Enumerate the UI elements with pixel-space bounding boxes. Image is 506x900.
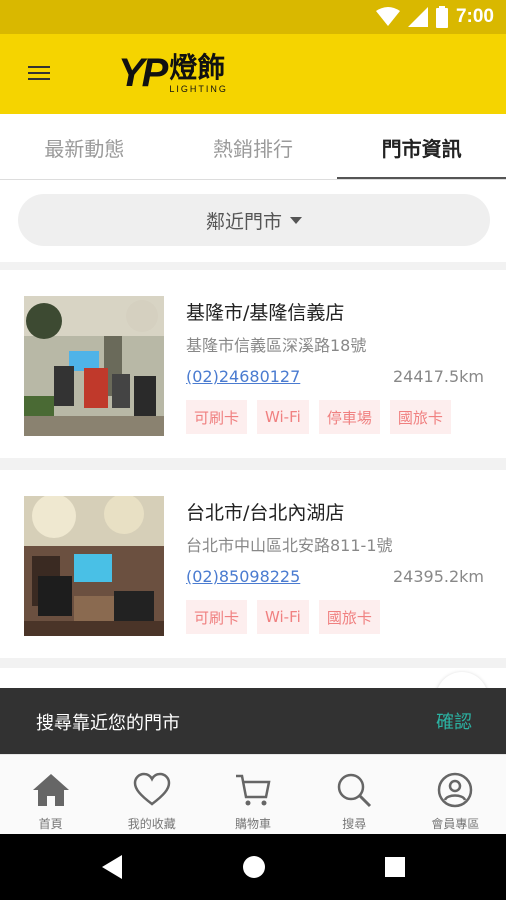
tag-credit-card: 可刷卡 xyxy=(186,400,248,434)
tag-parking: 停車場 xyxy=(318,400,380,434)
nav-label: 搜尋 xyxy=(342,817,367,831)
tab-store-info[interactable]: 門市資訊 xyxy=(337,114,506,180)
snackbar-message: 搜尋靠近您的門市 xyxy=(36,713,180,734)
store-phone-link[interactable]: (02)24680127 xyxy=(186,367,300,386)
logo-sub: LIGHTING xyxy=(169,84,228,94)
recents-icon[interactable] xyxy=(383,854,407,880)
menu-icon[interactable] xyxy=(24,62,54,86)
search-icon xyxy=(337,773,372,808)
nav-favorites[interactable]: 我的收藏 xyxy=(101,755,202,834)
nav-label: 我的收藏 xyxy=(127,817,176,831)
tag-wifi: Wi-Fi xyxy=(257,400,309,434)
nav-cart[interactable]: 購物車 xyxy=(202,755,303,834)
store-address: 台北市中山區北安路811-1號 xyxy=(186,536,393,555)
tab-best-sellers[interactable]: 熱銷排行 xyxy=(169,114,338,180)
nav-search[interactable]: 搜尋 xyxy=(304,755,405,834)
store-phone-link[interactable]: (02)85098225 xyxy=(186,567,300,586)
home-icon xyxy=(32,774,69,806)
signal-icon xyxy=(407,7,428,27)
logo-chinese: 燈飾 xyxy=(169,51,226,84)
store-card[interactable]: 基隆市/基隆信義店 基隆市信義區深溪路18號 (02)24680127 2441… xyxy=(0,270,506,458)
tab-bar: 最新動態 熱銷排行 門市資訊 xyxy=(0,114,506,180)
status-time: 7:00 xyxy=(455,6,494,27)
store-distance: 24395.2km xyxy=(392,567,484,586)
filter-section: 鄰近門市 xyxy=(0,180,506,262)
store-address: 基隆市信義區深溪路18號 xyxy=(186,336,367,355)
tab-latest-news[interactable]: 最新動態 xyxy=(0,114,169,180)
tag-credit-card: 可刷卡 xyxy=(186,600,248,634)
confirm-button[interactable]: 確認 xyxy=(436,708,472,734)
battery-icon xyxy=(435,6,448,28)
logo-letters: YP xyxy=(118,51,168,95)
store-name: 基隆市/基隆信義店 xyxy=(186,302,345,324)
nav-label: 會員專區 xyxy=(431,817,480,831)
nav-label: 首頁 xyxy=(38,817,63,831)
nav-member[interactable]: 會員專區 xyxy=(405,755,506,834)
status-bar: 7:00 xyxy=(0,0,506,34)
caret-down-icon xyxy=(290,216,302,224)
wifi-icon xyxy=(375,7,400,26)
store-tags: 可刷卡 Wi-Fi 停車場 國旅卡 xyxy=(186,400,451,434)
tag-wifi: Wi-Fi xyxy=(257,600,309,634)
nearby-store-dropdown[interactable]: 鄰近門市 xyxy=(18,194,490,246)
app-bar: YP 燈飾 LIGHTING xyxy=(0,34,506,114)
dropdown-label: 鄰近門市 xyxy=(205,210,282,233)
tag-travel-card: 國旅卡 xyxy=(389,400,451,434)
store-photo xyxy=(24,296,164,436)
cart-icon xyxy=(236,774,271,806)
user-icon xyxy=(438,772,473,808)
back-icon[interactable] xyxy=(100,854,124,880)
heart-icon xyxy=(133,772,171,806)
nav-label: 購物車 xyxy=(235,817,272,831)
store-distance: 24417.5km xyxy=(392,367,484,386)
system-nav-bar xyxy=(0,834,506,900)
nav-home[interactable]: 首頁 xyxy=(0,755,101,834)
tag-travel-card: 國旅卡 xyxy=(318,600,380,634)
home-circle-icon[interactable] xyxy=(242,854,266,880)
store-name: 台北市/台北內湖店 xyxy=(186,502,345,524)
store-photo xyxy=(24,496,164,636)
app-logo: YP 燈飾 LIGHTING xyxy=(118,51,228,95)
store-card[interactable]: 台北市/台北內湖店 台北市中山區北安路811-1號 (02)85098225 2… xyxy=(0,470,506,658)
bottom-nav: 首頁 我的收藏 購物車 搜尋 會員專區 xyxy=(0,754,506,834)
store-tags: 可刷卡 Wi-Fi 國旅卡 xyxy=(186,600,380,634)
snackbar: 搜尋靠近您的門市 確認 xyxy=(0,688,506,754)
